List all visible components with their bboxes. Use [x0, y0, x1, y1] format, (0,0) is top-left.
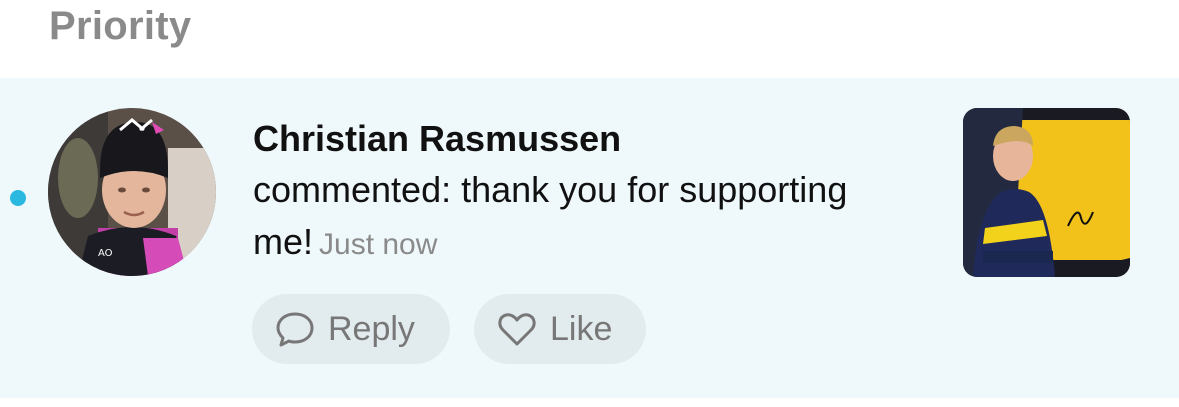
signed-photo-thumbnail	[963, 108, 1130, 277]
post-thumbnail[interactable]	[963, 108, 1130, 277]
action-bar: Reply Like	[252, 294, 646, 364]
comment-text: commented: thank you for supporting me! J…	[253, 164, 873, 271]
reply-button[interactable]: Reply	[252, 294, 450, 364]
reply-label: Reply	[328, 309, 415, 348]
notifications-page: Priority AO Christian Rasmussen commente…	[0, 0, 1179, 407]
avatar[interactable]: AO	[48, 108, 216, 276]
section-title: Priority	[49, 4, 192, 48]
unread-indicator	[10, 190, 26, 206]
timestamp: Just now	[319, 228, 438, 261]
speech-bubble-icon	[274, 308, 316, 350]
notification-text: Christian Rasmussen commented: thank you…	[253, 114, 873, 271]
heart-icon	[496, 308, 538, 350]
like-button[interactable]: Like	[474, 294, 646, 364]
notification-item[interactable]: AO Christian Rasmussen commented: thank …	[0, 78, 1179, 398]
author-name[interactable]: Christian Rasmussen	[253, 114, 873, 164]
avatar-photo: AO	[48, 108, 216, 276]
svg-text:AO: AO	[98, 248, 113, 259]
like-label: Like	[550, 309, 613, 348]
